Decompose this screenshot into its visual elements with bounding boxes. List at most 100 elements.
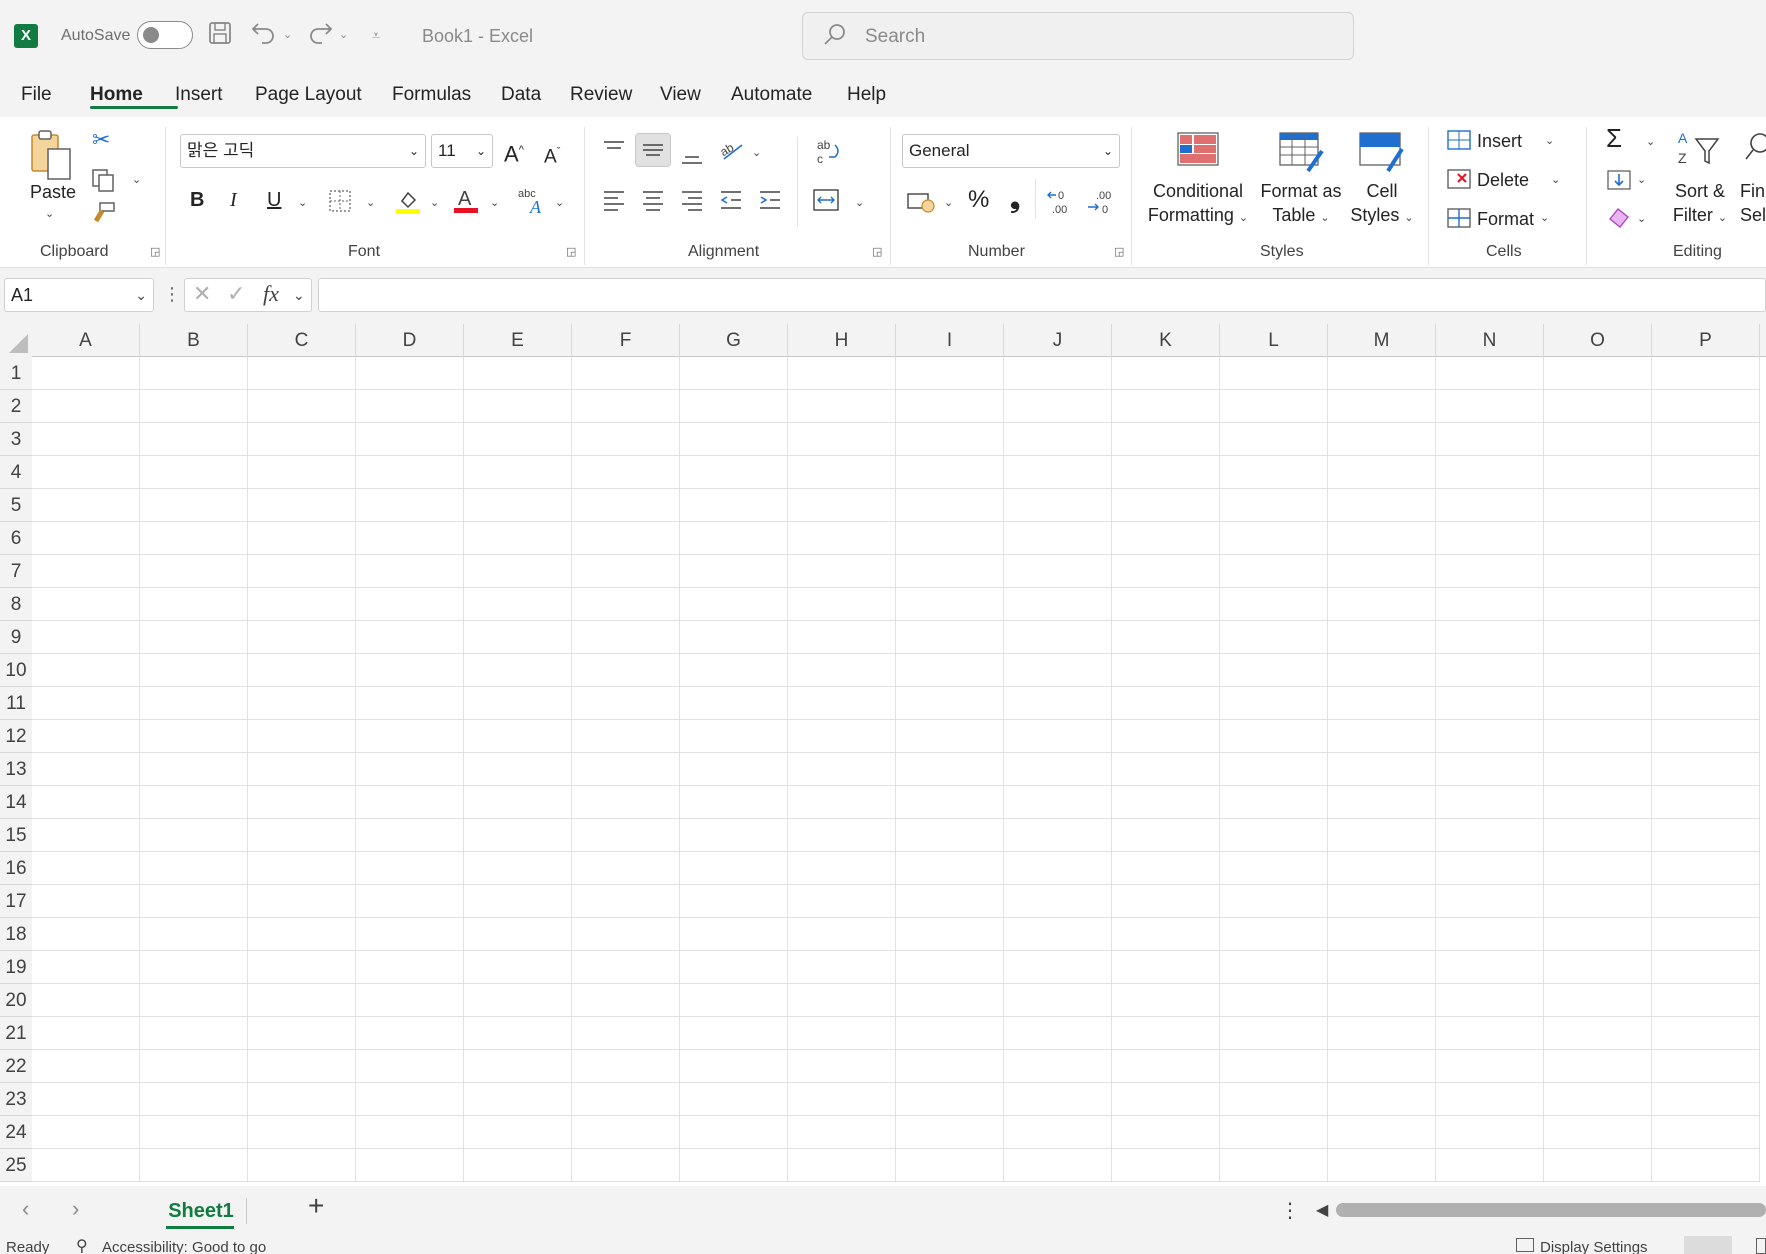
- cell-c13[interactable]: [248, 753, 356, 786]
- cell-l14[interactable]: [1220, 786, 1328, 819]
- cell-e1[interactable]: [464, 357, 572, 390]
- cell-d17[interactable]: [356, 885, 464, 918]
- cell-f22[interactable]: [572, 1050, 680, 1083]
- name-box[interactable]: A1 ⌄: [4, 278, 154, 312]
- cell-d15[interactable]: [356, 819, 464, 852]
- cell-g8[interactable]: [680, 588, 788, 621]
- alignment-launcher-icon[interactable]: ◲: [872, 245, 882, 258]
- cell-i18[interactable]: [896, 918, 1004, 951]
- cell-o16[interactable]: [1544, 852, 1652, 885]
- cell-i16[interactable]: [896, 852, 1004, 885]
- cell-h24[interactable]: [788, 1116, 896, 1149]
- more-options-icon[interactable]: ⋮: [1280, 1198, 1300, 1223]
- row-header-21[interactable]: 21: [0, 1017, 32, 1050]
- cell-i3[interactable]: [896, 423, 1004, 456]
- cell-d11[interactable]: [356, 687, 464, 720]
- cell-m14[interactable]: [1328, 786, 1436, 819]
- row-header-5[interactable]: 5: [0, 489, 32, 522]
- cell-p10[interactable]: [1652, 654, 1760, 687]
- cell-i10[interactable]: [896, 654, 1004, 687]
- format-cells-icon[interactable]: [1446, 207, 1472, 234]
- cell-n1[interactable]: [1436, 357, 1544, 390]
- cell-n7[interactable]: [1436, 555, 1544, 588]
- cell-i5[interactable]: [896, 489, 1004, 522]
- cell-c17[interactable]: [248, 885, 356, 918]
- cell-o6[interactable]: [1544, 522, 1652, 555]
- cell-n15[interactable]: [1436, 819, 1544, 852]
- tab-data[interactable]: Data: [501, 84, 541, 106]
- cell-g16[interactable]: [680, 852, 788, 885]
- cell-p6[interactable]: [1652, 522, 1760, 555]
- cell-c8[interactable]: [248, 588, 356, 621]
- tab-file[interactable]: File: [21, 84, 52, 106]
- cell-f2[interactable]: [572, 390, 680, 423]
- cell-a9[interactable]: [32, 621, 140, 654]
- cell-b13[interactable]: [140, 753, 248, 786]
- cell-d20[interactable]: [356, 984, 464, 1017]
- cell-g13[interactable]: [680, 753, 788, 786]
- cell-j11[interactable]: [1004, 687, 1112, 720]
- cell-k22[interactable]: [1112, 1050, 1220, 1083]
- merge-dropdown-icon[interactable]: ⌄: [855, 196, 864, 209]
- cell-a23[interactable]: [32, 1083, 140, 1116]
- cell-e20[interactable]: [464, 984, 572, 1017]
- page-layout-view-icon[interactable]: [1756, 1238, 1766, 1254]
- cell-k6[interactable]: [1112, 522, 1220, 555]
- cell-f14[interactable]: [572, 786, 680, 819]
- cell-d13[interactable]: [356, 753, 464, 786]
- cell-e6[interactable]: [464, 522, 572, 555]
- next-sheet-icon[interactable]: ›: [72, 1196, 79, 1222]
- cell-a2[interactable]: [32, 390, 140, 423]
- cell-d9[interactable]: [356, 621, 464, 654]
- cell-e21[interactable]: [464, 1017, 572, 1050]
- cell-p4[interactable]: [1652, 456, 1760, 489]
- cell-f3[interactable]: [572, 423, 680, 456]
- cell-m6[interactable]: [1328, 522, 1436, 555]
- cell-f23[interactable]: [572, 1083, 680, 1116]
- bottom-align-icon[interactable]: [680, 143, 704, 172]
- cell-m20[interactable]: [1328, 984, 1436, 1017]
- cell-l23[interactable]: [1220, 1083, 1328, 1116]
- row-header-15[interactable]: 15: [0, 819, 32, 852]
- customize-toolbar-icon[interactable]: ⩡: [372, 27, 380, 44]
- underline-icon[interactable]: U: [267, 189, 281, 211]
- cell-d25[interactable]: [356, 1149, 464, 1182]
- cell-h19[interactable]: [788, 951, 896, 984]
- insert-function-icon[interactable]: fx: [263, 281, 279, 307]
- cell-l11[interactable]: [1220, 687, 1328, 720]
- cell-k19[interactable]: [1112, 951, 1220, 984]
- cell-j3[interactable]: [1004, 423, 1112, 456]
- cell-o3[interactable]: [1544, 423, 1652, 456]
- cell-d16[interactable]: [356, 852, 464, 885]
- cell-j15[interactable]: [1004, 819, 1112, 852]
- copy-icon[interactable]: [90, 167, 116, 198]
- cell-b21[interactable]: [140, 1017, 248, 1050]
- cell-h6[interactable]: [788, 522, 896, 555]
- cell-m16[interactable]: [1328, 852, 1436, 885]
- cell-i25[interactable]: [896, 1149, 1004, 1182]
- row-header-7[interactable]: 7: [0, 555, 32, 588]
- cell-a11[interactable]: [32, 687, 140, 720]
- cell-c12[interactable]: [248, 720, 356, 753]
- cell-k14[interactable]: [1112, 786, 1220, 819]
- add-sheet-icon[interactable]: +: [308, 1190, 324, 1222]
- cell-j7[interactable]: [1004, 555, 1112, 588]
- row-header-23[interactable]: 23: [0, 1083, 32, 1116]
- cell-l12[interactable]: [1220, 720, 1328, 753]
- cell-f25[interactable]: [572, 1149, 680, 1182]
- row-header-17[interactable]: 17: [0, 885, 32, 918]
- cell-j23[interactable]: [1004, 1083, 1112, 1116]
- cell-k13[interactable]: [1112, 753, 1220, 786]
- cell-n22[interactable]: [1436, 1050, 1544, 1083]
- cell-f17[interactable]: [572, 885, 680, 918]
- cell-e23[interactable]: [464, 1083, 572, 1116]
- cell-k8[interactable]: [1112, 588, 1220, 621]
- increase-indent-icon[interactable]: [758, 189, 782, 216]
- cell-d21[interactable]: [356, 1017, 464, 1050]
- cell-j4[interactable]: [1004, 456, 1112, 489]
- cell-a16[interactable]: [32, 852, 140, 885]
- cell-o19[interactable]: [1544, 951, 1652, 984]
- cell-l22[interactable]: [1220, 1050, 1328, 1083]
- cell-n14[interactable]: [1436, 786, 1544, 819]
- cell-i21[interactable]: [896, 1017, 1004, 1050]
